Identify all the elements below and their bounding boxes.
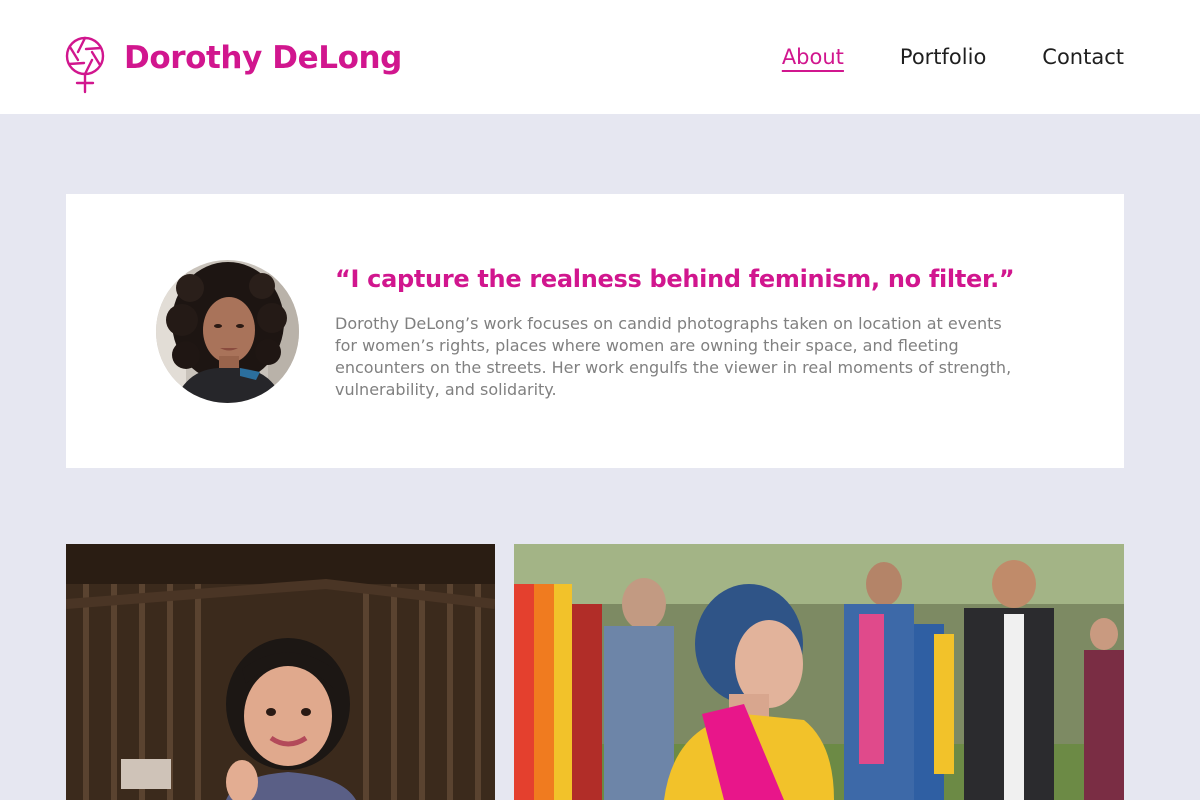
portfolio-photo-pride-crowd[interactable] bbox=[514, 544, 1124, 800]
portrait-avatar bbox=[156, 260, 299, 403]
camera-shutter-logo-icon[interactable] bbox=[64, 36, 106, 94]
intro-card: “I capture the realness behind feminism,… bbox=[66, 194, 1124, 468]
brand-name[interactable]: Dorothy DeLong bbox=[124, 36, 402, 80]
intro-quote: “I capture the realness behind feminism,… bbox=[335, 265, 1015, 293]
nav-about-link[interactable]: About bbox=[782, 42, 844, 72]
nav-contact-link[interactable]: Contact bbox=[1042, 42, 1124, 72]
nav-portfolio-link[interactable]: Portfolio bbox=[900, 42, 986, 72]
portfolio-photo-child-portrait[interactable] bbox=[66, 544, 495, 800]
intro-bio: Dorothy DeLong’s work focuses on candid … bbox=[335, 314, 1012, 399]
main-nav: About Portfolio Contact bbox=[782, 42, 1124, 72]
site-header: Dorothy DeLong About Portfolio Contact bbox=[0, 0, 1200, 114]
